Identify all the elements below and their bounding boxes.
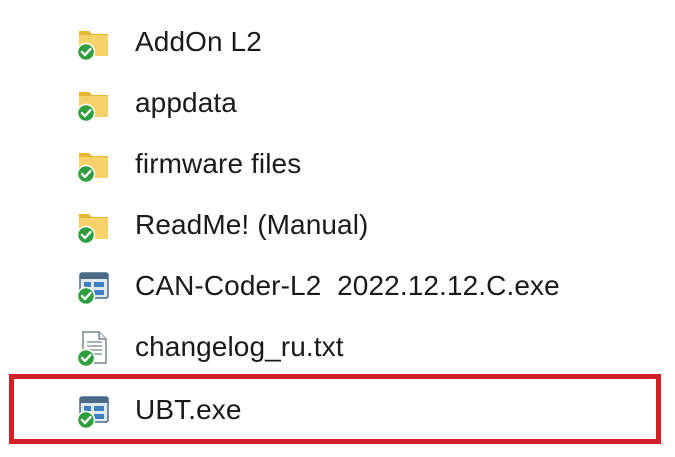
file-name: CAN-Coder-L2 2022.12.12.C.exe bbox=[135, 270, 560, 301]
file-name: AddOn L2 bbox=[135, 26, 262, 57]
file-item-appdata[interactable]: appdata bbox=[75, 73, 237, 133]
file-item-changelog[interactable]: changelog_ru.txt bbox=[75, 317, 344, 377]
text-file-sync-icon bbox=[75, 327, 113, 367]
exe-app-sync-icon bbox=[75, 266, 113, 306]
folder-sync-icon bbox=[75, 144, 113, 184]
file-item-firmware-files[interactable]: firmware files bbox=[75, 134, 301, 194]
file-item-can-coder-exe[interactable]: CAN-Coder-L2 2022.12.12.C.exe bbox=[75, 256, 560, 316]
folder-sync-icon bbox=[75, 22, 113, 62]
folder-sync-icon bbox=[75, 205, 113, 245]
file-item-readme-manual[interactable]: ReadMe! (Manual) bbox=[75, 195, 368, 255]
file-item-addon-l2[interactable]: AddOn L2 bbox=[75, 12, 262, 72]
file-name: ReadMe! (Manual) bbox=[135, 209, 369, 240]
file-name: appdata bbox=[135, 87, 237, 118]
file-name: changelog_ru.txt bbox=[135, 331, 344, 362]
file-list: AddOn L2 appdata firmware files ReadMe! … bbox=[0, 0, 675, 457]
highlight-box bbox=[9, 374, 661, 444]
folder-sync-icon bbox=[75, 83, 113, 123]
file-name: firmware files bbox=[135, 148, 302, 179]
